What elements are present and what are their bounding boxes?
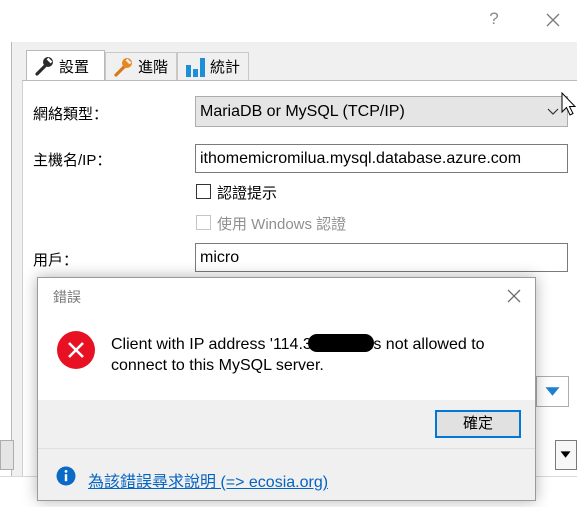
error-message-part1: Client with IP address '114.3 — [111, 336, 312, 353]
error-message: Client with IP address '114.3 is not allo… — [111, 334, 531, 376]
hostname-value: ithomemicromilua.mysql.database.azure.co… — [200, 150, 522, 167]
chevron-down-icon — [547, 108, 559, 115]
info-icon — [56, 466, 76, 486]
user-label: 用戶： — [33, 252, 79, 269]
window-titlebar: ? — [0, 0, 577, 42]
side-dropdown[interactable] — [536, 376, 569, 407]
dialog-button-bar: 確定 — [38, 400, 535, 449]
network-type-label: 網絡類型： — [33, 106, 109, 123]
dialog-title: 錯誤 — [53, 289, 81, 305]
tab-settings[interactable]: 設置 — [26, 50, 105, 81]
tab-advanced-label: 進階 — [138, 59, 169, 76]
triangle-down-icon — [560, 451, 571, 458]
hostname-input[interactable]: ithomemicromilua.mysql.database.azure.co… — [195, 144, 568, 173]
dialog-titlebar: 錯誤 — [38, 278, 535, 313]
dialog-footer: 為該錯誤尋求說明 (=> ecosia.org) — [38, 449, 535, 500]
help-button[interactable]: ? — [484, 9, 504, 31]
user-input[interactable]: micro — [195, 243, 568, 272]
network-type-select[interactable]: MariaDB or MySQL (TCP/IP) — [195, 96, 568, 127]
close-icon[interactable] — [540, 8, 566, 32]
error-icon — [57, 331, 95, 369]
wrench-orange-icon — [114, 57, 132, 77]
close-icon[interactable] — [504, 286, 524, 306]
user-value: micro — [200, 249, 240, 266]
redaction-mark — [307, 334, 374, 352]
bar-chart-icon — [186, 57, 205, 77]
wrench-icon — [35, 57, 53, 76]
auth-prompt-checkbox[interactable] — [196, 184, 211, 199]
windows-auth-checkbox — [196, 215, 211, 230]
bottom-dropdown-button[interactable] — [555, 440, 577, 470]
mouse-cursor-icon — [561, 92, 577, 116]
left-panel — [0, 42, 12, 476]
help-link[interactable]: 為該錯誤尋求說明 (=> ecosia.org) — [88, 468, 328, 492]
error-dialog: 錯誤 Client with IP address '114.3 is not a… — [37, 277, 536, 501]
network-type-value: MariaDB or MySQL (TCP/IP) — [200, 103, 405, 120]
ok-button[interactable]: 確定 — [435, 410, 521, 438]
bottom-left-field — [0, 440, 14, 470]
tab-statistics-label: 統計 — [210, 59, 241, 76]
triangle-down-icon — [545, 387, 560, 396]
tab-advanced[interactable]: 進階 — [105, 52, 177, 80]
windows-auth-label: 使用 Windows 認證 — [217, 216, 347, 233]
tab-settings-label: 設置 — [59, 58, 90, 76]
auth-prompt-label: 認證提示 — [217, 185, 278, 202]
dialog-body: Client with IP address '114.3 is not allo… — [38, 313, 535, 400]
hostname-label: 主機名/IP： — [33, 152, 112, 169]
tab-statistics[interactable]: 統計 — [177, 52, 249, 80]
